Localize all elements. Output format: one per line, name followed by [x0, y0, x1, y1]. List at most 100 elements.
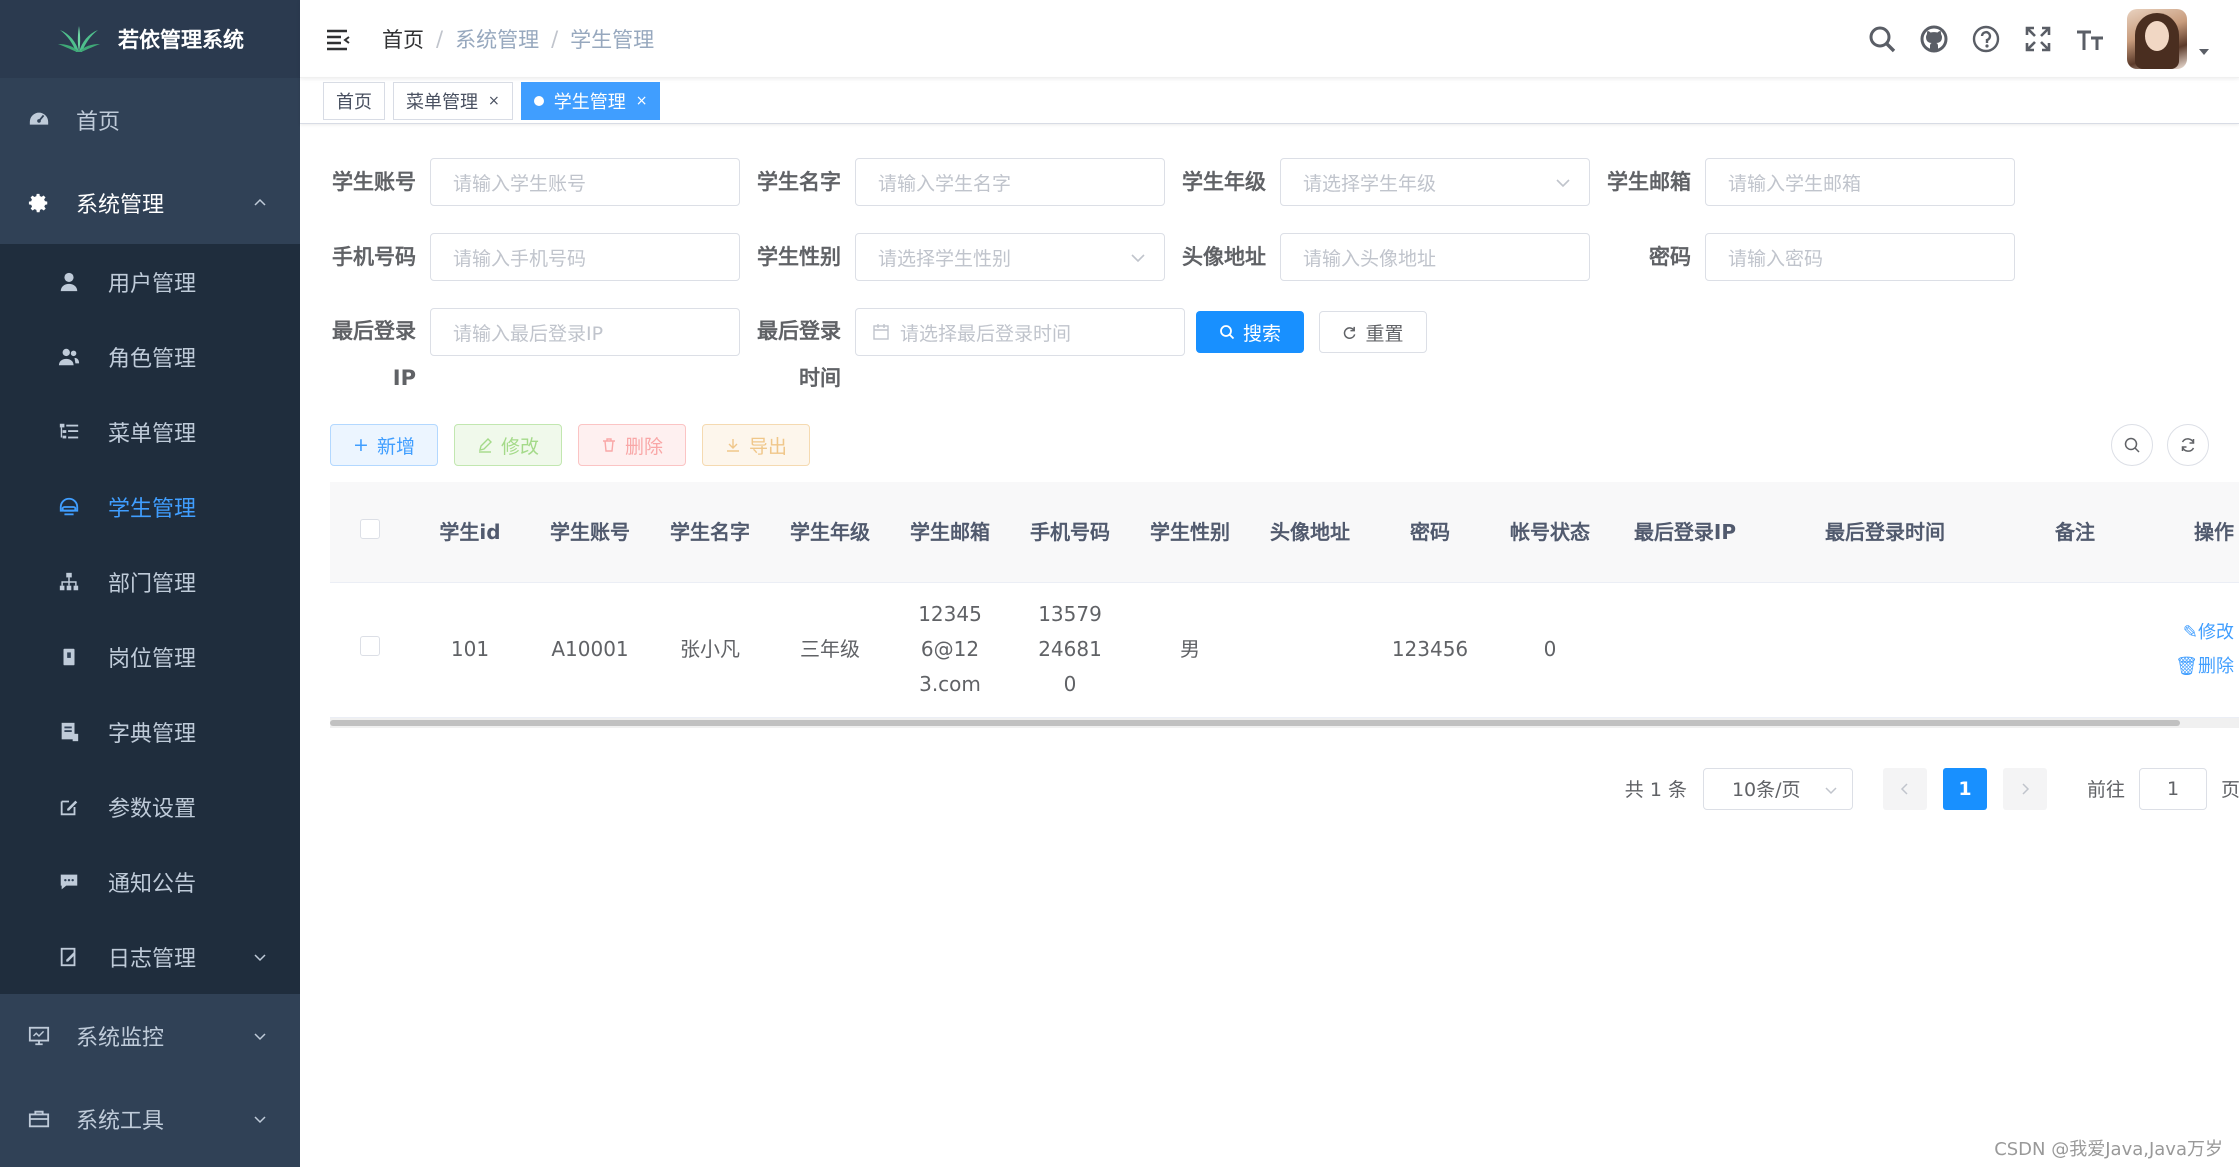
font-size-icon[interactable]: [2075, 24, 2105, 54]
table-row: 101 A10001 张小凡 三年级 123456@123.com 135792…: [330, 582, 2239, 718]
column-header[interactable]: 密码: [1370, 482, 1490, 583]
gender-select[interactable]: 请选择学生性别: [855, 233, 1165, 281]
breadcrumb-system: 系统管理: [455, 27, 540, 52]
select-all-checkbox[interactable]: [360, 518, 380, 539]
close-icon[interactable]: ×: [488, 93, 500, 109]
dict-icon: [58, 721, 80, 743]
reset-button-label: 重置: [1365, 322, 1404, 345]
page-content: 学生账号 请输入学生账号 学生名字 请输入学生名字 学生年级 请选择学生年级 学…: [300, 158, 2239, 810]
name-input[interactable]: 请输入学生名字: [855, 158, 1165, 206]
menu-tool[interactable]: 系统工具: [0, 1077, 300, 1160]
search-icon[interactable]: [1867, 24, 1897, 54]
goto-page-input[interactable]: 1: [2138, 767, 2207, 810]
github-icon[interactable]: [1919, 24, 1949, 54]
prev-page-button[interactable]: [1882, 767, 1927, 810]
table-horizontal-scrollbar[interactable]: [330, 717, 2239, 728]
avatar-input[interactable]: 请输入头像地址: [1280, 233, 1590, 281]
last-time-picker[interactable]: 请选择最后登录时间: [855, 308, 1185, 356]
sidebar-item-menu[interactable]: 菜单管理: [0, 394, 300, 469]
sidebar-item-user[interactable]: 用户管理: [0, 244, 300, 319]
navbar-right-menu: [1867, 0, 2211, 78]
page-size-select[interactable]: 10条/页: [1702, 767, 1853, 810]
sidebar-item-dict[interactable]: 字典管理: [0, 694, 300, 769]
next-page-button[interactable]: [2002, 767, 2047, 810]
sidebar-item-student[interactable]: 学生管理: [0, 469, 300, 544]
sidebar-item-post[interactable]: 岗位管理: [0, 619, 300, 694]
breadcrumb-home[interactable]: 首页: [382, 24, 424, 54]
tag-home[interactable]: 首页: [323, 81, 385, 120]
column-header[interactable]: 学生id: [410, 482, 530, 583]
delete-button[interactable]: 删除: [578, 424, 686, 466]
row-delete-button[interactable]: 🗑删除: [2175, 656, 2234, 677]
column-header[interactable]: 学生邮箱: [890, 482, 1010, 583]
column-header[interactable]: 学生年级: [770, 482, 890, 583]
edit-button-label: 修改: [500, 435, 539, 458]
column-header[interactable]: 学生名字: [650, 482, 770, 583]
menu-monitor[interactable]: 系统监控: [0, 994, 300, 1077]
edit-icon: [58, 796, 80, 818]
column-header[interactable]: 最后登录时间: [1760, 482, 2010, 583]
sidebar-logo[interactable]: 若依管理系统: [0, 0, 300, 78]
column-header[interactable]: 学生账号: [530, 482, 650, 583]
search-form-row: 学生账号 请输入学生账号 学生名字 请输入学生名字 学生年级 请选择学生年级 学…: [330, 158, 2209, 206]
scrollbar-thumb[interactable]: [330, 719, 2180, 726]
sidebar: 若依管理系统 首页 系统管理 用户管理 角色管理 菜单管理 学生管理 部门管理 …: [0, 0, 300, 1167]
export-button[interactable]: 导出: [702, 424, 810, 466]
email-input[interactable]: 请输入学生邮箱: [1705, 158, 2015, 206]
cell-email: 123456@123.com: [890, 582, 1010, 718]
help-icon[interactable]: [1971, 24, 2001, 54]
column-header[interactable]: 学生性别: [1130, 482, 1250, 583]
close-icon[interactable]: ×: [636, 93, 648, 109]
tag-label: 学生管理: [553, 91, 626, 113]
hamburger-icon[interactable]: [324, 25, 352, 53]
page-number-button[interactable]: 1: [1942, 767, 1987, 810]
last-ip-label: 最后登录 IP: [330, 308, 430, 402]
row-edit-button[interactable]: ✎修改: [2183, 623, 2234, 643]
last-time-placeholder: 请选择最后登录时间: [900, 322, 1072, 345]
menu-home[interactable]: 首页: [0, 78, 300, 161]
column-header[interactable]: 操作: [2140, 482, 2239, 583]
fullscreen-icon[interactable]: [2023, 24, 2053, 54]
reset-button[interactable]: 重置: [1319, 311, 1427, 353]
tag-menu[interactable]: 菜单管理 ×: [393, 81, 513, 120]
search-button-label: 搜索: [1242, 322, 1281, 345]
sidebar-item-config[interactable]: 参数设置: [0, 769, 300, 844]
peoples-icon: [58, 346, 80, 368]
tags-view: 首页 菜单管理 × 学生管理 ×: [300, 78, 2239, 124]
column-header[interactable]: 帐号状态: [1490, 482, 1610, 583]
sidebar-item-dept[interactable]: 部门管理: [0, 544, 300, 619]
edit-icon: [478, 438, 492, 453]
chevron-down-icon: [1825, 786, 1837, 794]
last-time-label: 最后登录 时间: [755, 308, 855, 402]
toggle-search-button[interactable]: [2111, 424, 2153, 466]
row-checkbox[interactable]: [360, 636, 380, 656]
search-button[interactable]: 搜索: [1196, 311, 1304, 353]
phone-input[interactable]: 请输入手机号码: [430, 233, 740, 281]
sidebar-item-role[interactable]: 角色管理: [0, 319, 300, 394]
menu-system[interactable]: 系统管理: [0, 161, 300, 244]
caret-down-icon[interactable]: [2197, 45, 2211, 59]
grade-select[interactable]: 请选择学生年级: [1280, 158, 1590, 206]
last-ip-input[interactable]: 请输入最后登录IP: [430, 308, 740, 356]
sidebar-item-log[interactable]: 日志管理: [0, 919, 300, 994]
refresh-button[interactable]: [2167, 424, 2209, 466]
column-header[interactable]: 头像地址: [1250, 482, 1370, 583]
sidebar-title: 若依管理系统: [118, 28, 244, 52]
breadcrumb-separator: /: [436, 26, 444, 51]
column-header[interactable]: 最后登录IP: [1610, 482, 1760, 583]
add-button[interactable]: + 新增: [330, 424, 438, 466]
password-input[interactable]: 请输入密码: [1705, 233, 2015, 281]
gear-icon: [28, 192, 50, 214]
chevron-left-icon: [1900, 782, 1908, 795]
column-header[interactable]: 备注: [2010, 482, 2140, 583]
tag-student[interactable]: 学生管理 ×: [520, 81, 661, 120]
row-actions: ✎修改 🗑删除: [2146, 623, 2234, 677]
delete-icon: [602, 438, 615, 452]
account-input[interactable]: 请输入学生账号: [430, 158, 740, 206]
sidebar-item-notice[interactable]: 通知公告: [0, 844, 300, 919]
edit-button[interactable]: 修改: [454, 424, 562, 466]
column-header[interactable]: 手机号码: [1010, 482, 1130, 583]
avatar[interactable]: [2127, 9, 2187, 69]
log-icon: [58, 946, 80, 968]
cell-last-time: [1760, 582, 2010, 718]
